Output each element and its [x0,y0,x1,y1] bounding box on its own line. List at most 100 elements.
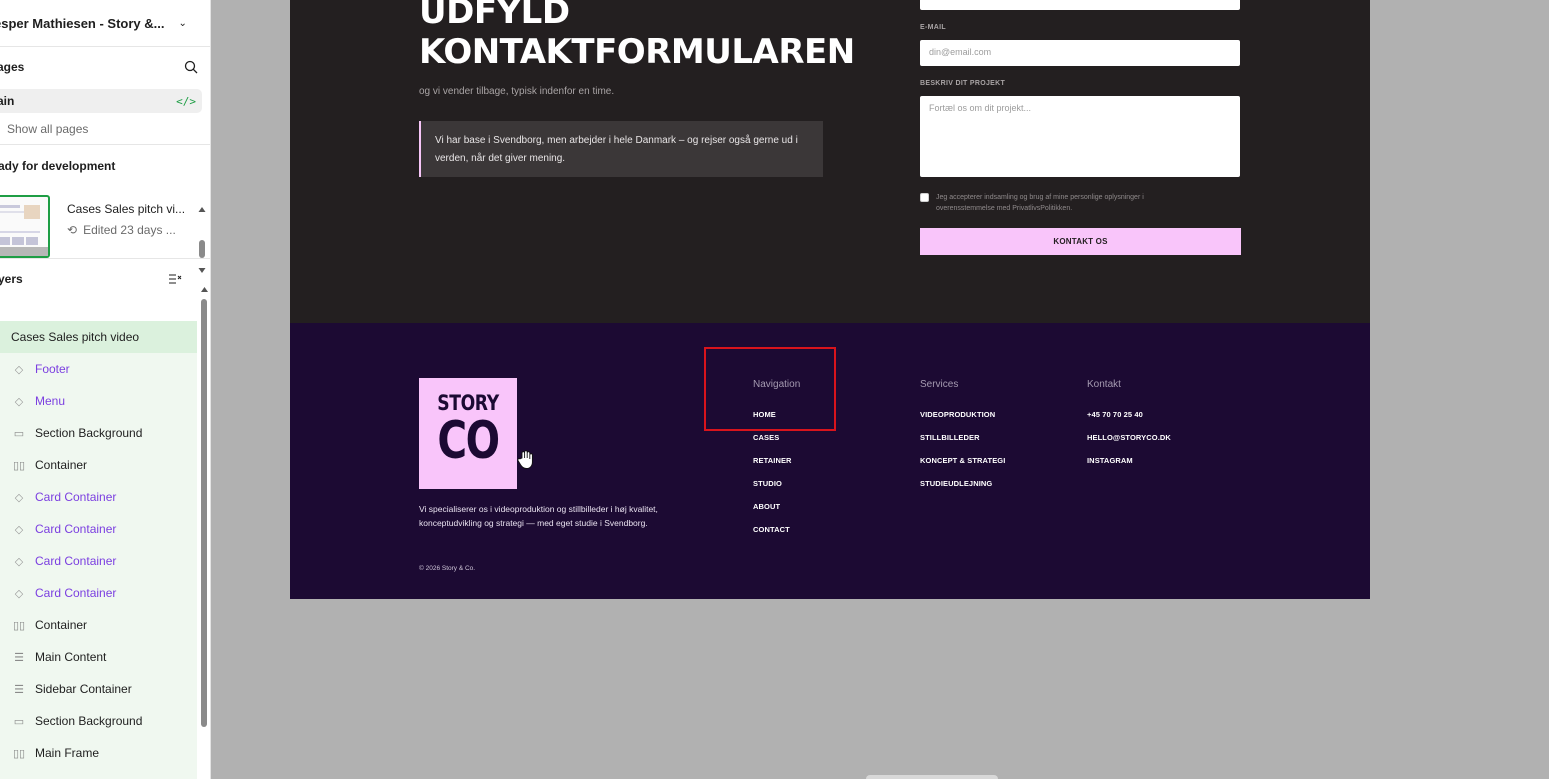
layers-scrollbar[interactable] [200,285,209,779]
layer-row[interactable]: ▯▯ Main Frame [0,737,197,769]
footer-link-stillbilleder[interactable]: STILLBILLEDER [920,433,1005,456]
footer-description: Vi specialiserer os i videoproduktion og… [419,504,658,528]
layer-row[interactable]: ◇ Footer [0,353,197,385]
storyco-logo[interactable]: STORY CO [419,378,517,489]
page-item-main[interactable]: ain </> [0,89,202,113]
component-icon: ◇ [14,491,24,504]
location-note: Vi har base i Svendborg, men arbejder i … [419,121,823,177]
layer-label: Section Background [35,426,143,440]
code-icon[interactable]: </> [176,95,196,108]
footer-link-videoproduktion[interactable]: VIDEOPRODUKTION [920,410,1005,433]
layer-row[interactable]: ◇ Card Container [0,513,197,545]
project-textarea[interactable]: Fortæl os om dit projekt... [920,96,1240,177]
layer-row[interactable]: ▭ Section Background [0,417,197,449]
auto-layout-horizontal-icon: ▯▯ [12,619,26,632]
layer-label: Main Frame [35,746,100,760]
layer-row[interactable]: ☰ Sidebar Container [0,673,197,705]
ready-for-development-header: ady for development [0,145,210,187]
chevron-down-icon[interactable]: ⌄ [179,18,187,29]
logo-text-co: CO [437,411,500,471]
search-icon[interactable] [184,60,198,74]
project-label: BESKRIV DIT PROJEKT [920,80,1006,87]
component-icon: ◇ [14,363,24,376]
consent-checkbox[interactable] [920,193,929,202]
footer-services-column: Services VIDEOPRODUKTION STILLBILLEDER K… [920,379,1005,502]
contact-heading: UDFYLD KONTAKTFORMULAREN [419,0,855,72]
design-frame[interactable]: UDFYLD KONTAKTFORMULAREN og vi vender ti… [290,0,1370,599]
layer-list: Cases Sales pitch video ◇ Footer ◇ Menu ▭ S… [0,321,197,779]
file-edited: ⟲ Edited 23 days ... [67,223,185,237]
contact-heading-line1: UDFYLD [419,0,570,32]
file-thumbnail [0,195,50,258]
footer-link-contact[interactable]: CONTACT [753,525,800,548]
dev-ready-file-card[interactable]: Cases Sales pitch vi... ⟲ Edited 23 days… [0,187,210,259]
pages-label: ages [0,60,25,74]
footer-link-instagram[interactable]: INSTAGRAM [1087,456,1171,479]
bottom-toolbar-edge[interactable] [866,775,998,779]
contact-heading-line2: KONTAKTFORMULAREN [419,32,855,72]
layer-row[interactable]: ◇ Card Container [0,545,197,577]
layers-sidebar: esper Mathiesen - Story &... ⌄ ages ain … [0,0,211,779]
layers-header: yers [0,259,210,299]
layer-label: Sidebar Container [35,682,132,696]
name-input[interactable] [920,0,1240,10]
file-name: Cases Sales pitch vi... [67,202,186,216]
footer-link-email[interactable]: HELLO@STORYCO.DK [1087,433,1171,456]
submit-button[interactable]: KONTAKT OS [920,228,1241,255]
scrollbar-thumb[interactable] [201,299,207,727]
layer-row[interactable]: ▯▯ Container [0,449,197,481]
auto-layout-vertical-icon: ☰ [14,651,24,664]
contact-subtitle: og vi vender tilbage, typisk indenfor en… [419,86,615,97]
footer-link-about[interactable]: ABOUT [753,502,800,525]
scroll-up-icon[interactable] [200,286,209,296]
footer-link-studio[interactable]: STUDIO [753,479,800,502]
footer-link-koncept[interactable]: KONCEPT & STRATEGI [920,456,1005,479]
layer-row[interactable]: ◇ Card Container [0,481,197,513]
footer-link-retainer[interactable]: RETAINER [753,456,800,479]
layer-label: Footer [35,362,70,376]
file-meta: Cases Sales pitch vi... ⟲ Edited 23 days… [67,202,185,237]
rectangle-icon: ▭ [13,427,25,440]
component-icon: ◇ [14,587,24,600]
layer-row[interactable]: ▯▯ Container [0,609,197,641]
layer-label: Section Background [35,714,143,728]
auto-layout-horizontal-icon: ▯▯ [12,459,26,472]
show-all-pages-link[interactable]: Show all pages [0,113,210,145]
email-label: E-MAIL [920,24,946,31]
layer-row[interactable]: ☰ Main Content [0,641,197,673]
footer-kontakt-title: Kontakt [1087,379,1121,390]
footer-services-title: Services [920,379,959,390]
footer-link-cases[interactable]: CASES [753,433,800,456]
collapse-layers-icon[interactable] [168,273,182,285]
layer-label: Card Container [35,554,117,568]
layer-row[interactable]: Cases Sales pitch video [0,321,197,353]
selection-highlight-box [704,347,836,431]
ready-label: ady for development [0,159,116,173]
layer-row[interactable]: ▭ Section Background [0,705,197,737]
layer-label: Main Content [35,650,107,664]
layer-label: Menu [35,394,66,408]
layer-label: Container [35,618,88,632]
auto-layout-horizontal-icon: ▯▯ [12,747,26,760]
layer-row[interactable]: ◇ Card Container [0,577,197,609]
consent-row: Jeg accepterer indsamling og brug af min… [920,192,1186,214]
footer-kontakt-column: Kontakt +45 70 70 25 40 HELLO@STORYCO.DK… [1087,379,1171,479]
card-scrollbar[interactable] [198,206,206,274]
auto-layout-vertical-icon: ☰ [14,683,24,696]
layers-label: yers [0,272,23,286]
email-field[interactable]: din@email.com [920,40,1240,66]
footer-link-studieudlejning[interactable]: STUDIEUDLEJNING [920,479,1005,502]
component-icon: ◇ [14,523,24,536]
file-title: esper Mathiesen - Story &... [0,15,165,31]
layer-label: Card Container [35,522,117,536]
component-icon: ◇ [14,395,24,408]
footer-link-phone[interactable]: +45 70 70 25 40 [1087,410,1171,433]
contact-section: UDFYLD KONTAKTFORMULAREN og vi vender ti… [290,0,1370,323]
page-item-label: ain [0,94,15,108]
footer: STORY CO Vi specialiserer os i videoprod… [290,323,1370,599]
file-header[interactable]: esper Mathiesen - Story &... ⌄ [0,0,210,47]
layer-label: Card Container [35,586,117,600]
consent-text: Jeg accepterer indsamling og brug af min… [936,194,1144,212]
component-icon: ◇ [14,555,24,568]
layer-row[interactable]: ◇ Menu [0,385,197,417]
